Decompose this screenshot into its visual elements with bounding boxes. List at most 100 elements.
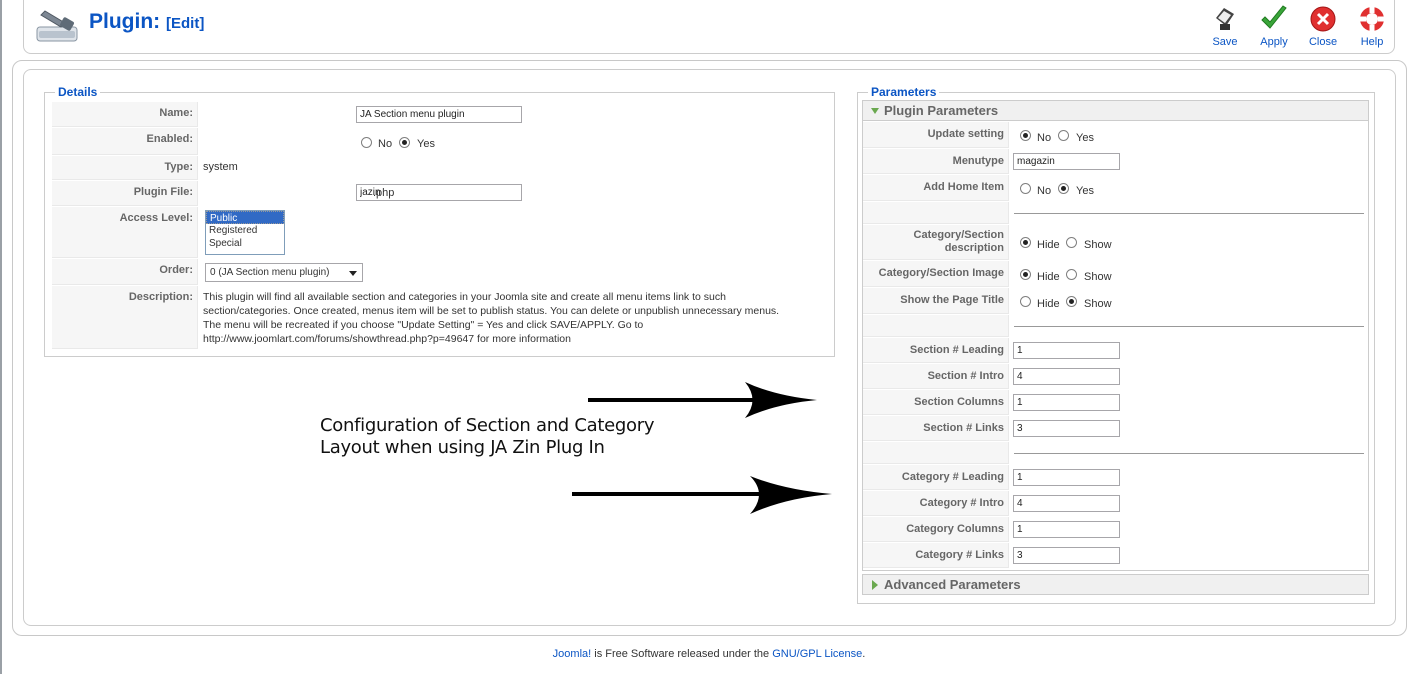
category-description-row: Category/Section description Hide Show bbox=[863, 225, 1368, 260]
name-input[interactable] bbox=[356, 106, 522, 123]
page-title-label: Show the Page Title bbox=[863, 288, 1009, 314]
enabled-yes-radio[interactable] bbox=[399, 137, 410, 148]
plugin-parameters-title: Plugin Parameters bbox=[884, 103, 999, 118]
section-intro-row: Section # Intro bbox=[863, 364, 1368, 389]
category-image-label: Category/Section Image bbox=[863, 261, 1009, 287]
category-links-row: Category # Links bbox=[863, 543, 1368, 568]
cat-image-show-radio[interactable] bbox=[1066, 269, 1077, 280]
save-label: Save bbox=[1212, 36, 1238, 48]
footer: Joomla! is Free Software released under … bbox=[0, 648, 1418, 660]
plugin-file-row: Plugin File: .php bbox=[52, 181, 831, 206]
joomla-link[interactable]: Joomla! bbox=[553, 648, 592, 660]
enabled-no-radio[interactable] bbox=[361, 137, 372, 148]
category-columns-label: Category Columns bbox=[863, 517, 1009, 542]
add-home-yes-radio[interactable] bbox=[1058, 183, 1069, 194]
advanced-parameters-toggle[interactable]: Advanced Parameters bbox=[862, 574, 1369, 595]
category-leading-row: Category # Leading bbox=[863, 465, 1368, 490]
section-columns-input[interactable] bbox=[1013, 394, 1120, 411]
page-title-row: Show the Page Title Hide Show bbox=[863, 288, 1368, 314]
plugin-file-label: Plugin File: bbox=[52, 181, 198, 206]
plugin-parameters-toggle[interactable]: Plugin Parameters bbox=[862, 100, 1369, 121]
close-label: Close bbox=[1308, 36, 1338, 48]
apply-button[interactable]: Apply bbox=[1251, 4, 1297, 48]
category-intro-input[interactable] bbox=[1013, 495, 1120, 512]
advanced-parameters-title: Advanced Parameters bbox=[884, 577, 1021, 592]
section-leading-input[interactable] bbox=[1013, 342, 1120, 359]
checkmark-icon bbox=[1261, 5, 1287, 29]
annotation-line-2: Layout when using JA Zin Plug In bbox=[320, 437, 605, 458]
category-links-input[interactable] bbox=[1013, 547, 1120, 564]
section-links-label: Section # Links bbox=[863, 416, 1009, 441]
spacer-key bbox=[863, 442, 1009, 464]
save-button[interactable]: Save bbox=[1202, 4, 1248, 48]
add-home-no-label: No bbox=[1037, 185, 1052, 197]
window-edge bbox=[0, 0, 2, 674]
header-panel bbox=[23, 0, 1395, 54]
category-intro-label: Category # Intro bbox=[863, 491, 1009, 516]
cat-desc-hide-label: Hide bbox=[1037, 239, 1060, 251]
update-setting-no-label: No bbox=[1037, 132, 1052, 144]
category-leading-input[interactable] bbox=[1013, 469, 1120, 486]
name-row: Name: bbox=[52, 102, 831, 127]
category-description-label-2: description bbox=[944, 242, 1004, 254]
divider bbox=[1014, 326, 1364, 327]
add-home-item-label: Add Home Item bbox=[863, 175, 1009, 201]
name-label: Name: bbox=[52, 102, 198, 127]
cat-image-hide-radio[interactable] bbox=[1020, 269, 1031, 280]
category-description-label-1: Category/Section bbox=[913, 229, 1004, 241]
cat-image-hide-label: Hide bbox=[1037, 271, 1060, 283]
close-icon bbox=[1310, 6, 1336, 32]
page-title-show-radio[interactable] bbox=[1066, 296, 1077, 307]
type-row: Type: system bbox=[52, 156, 831, 180]
cat-desc-show-label: Show bbox=[1084, 239, 1112, 251]
description-row: Description: This plugin will find all a… bbox=[52, 286, 831, 349]
arrow-right-icon bbox=[572, 476, 832, 514]
access-level-row: Access Level: Public Registered Special bbox=[52, 207, 831, 258]
lifebuoy-icon bbox=[1360, 7, 1384, 31]
menutype-input[interactable] bbox=[1013, 153, 1120, 170]
toolbar: Save Apply Close Help bbox=[1200, 4, 1400, 52]
page-title-text: Plugin: bbox=[89, 10, 161, 33]
order-label: Order: bbox=[52, 259, 198, 285]
type-value: system bbox=[203, 161, 238, 173]
add-home-no-radio[interactable] bbox=[1020, 183, 1031, 194]
apply-label: Apply bbox=[1260, 36, 1288, 48]
chevron-down-icon bbox=[349, 271, 357, 276]
close-button[interactable]: Close bbox=[1300, 4, 1346, 48]
description-line: section/categories. Once created, menus … bbox=[203, 305, 780, 317]
update-setting-yes-label: Yes bbox=[1076, 132, 1094, 144]
section-leading-row: Section # Leading bbox=[863, 338, 1368, 363]
parameters-legend: Parameters bbox=[871, 85, 937, 99]
cat-desc-show-radio[interactable] bbox=[1066, 237, 1077, 248]
access-option-public[interactable]: Public bbox=[206, 211, 284, 224]
section-columns-row: Section Columns bbox=[863, 390, 1368, 415]
order-select[interactable]: 0 (JA Section menu plugin) bbox=[205, 263, 363, 282]
add-home-item-row: Add Home Item No Yes bbox=[863, 175, 1368, 201]
spacer-key bbox=[863, 315, 1009, 337]
page-title-hide-radio[interactable] bbox=[1020, 296, 1031, 307]
access-option-registered[interactable]: Registered bbox=[206, 224, 284, 237]
access-option-special[interactable]: Special bbox=[206, 237, 284, 250]
section-links-input[interactable] bbox=[1013, 420, 1120, 437]
update-setting-row: Update setting No Yes bbox=[863, 122, 1368, 148]
plugin-file-ext: .php bbox=[373, 187, 395, 199]
order-selected-value: 0 (JA Section menu plugin) bbox=[210, 267, 330, 278]
category-links-label: Category # Links bbox=[863, 543, 1009, 568]
page-title: Plugin: [Edit] bbox=[89, 10, 204, 34]
arrow-right-icon bbox=[588, 382, 817, 418]
help-button[interactable]: Help bbox=[1349, 4, 1395, 48]
add-home-yes-label: Yes bbox=[1076, 185, 1094, 197]
save-icon bbox=[1216, 8, 1234, 30]
category-description-label: Category/Section description bbox=[863, 225, 1009, 260]
update-setting-no-radio[interactable] bbox=[1020, 130, 1031, 141]
update-setting-yes-radio[interactable] bbox=[1058, 130, 1069, 141]
cat-desc-hide-radio[interactable] bbox=[1020, 237, 1031, 248]
category-columns-input[interactable] bbox=[1013, 521, 1120, 538]
section-intro-label: Section # Intro bbox=[863, 364, 1009, 389]
access-level-listbox[interactable]: Public Registered Special bbox=[205, 210, 285, 255]
license-link[interactable]: GNU/GPL License bbox=[772, 648, 862, 660]
description-label: Description: bbox=[52, 286, 198, 349]
footer-text: is Free Software released under the bbox=[591, 648, 773, 660]
section-intro-input[interactable] bbox=[1013, 368, 1120, 385]
menutype-label: Menutype bbox=[863, 149, 1009, 174]
